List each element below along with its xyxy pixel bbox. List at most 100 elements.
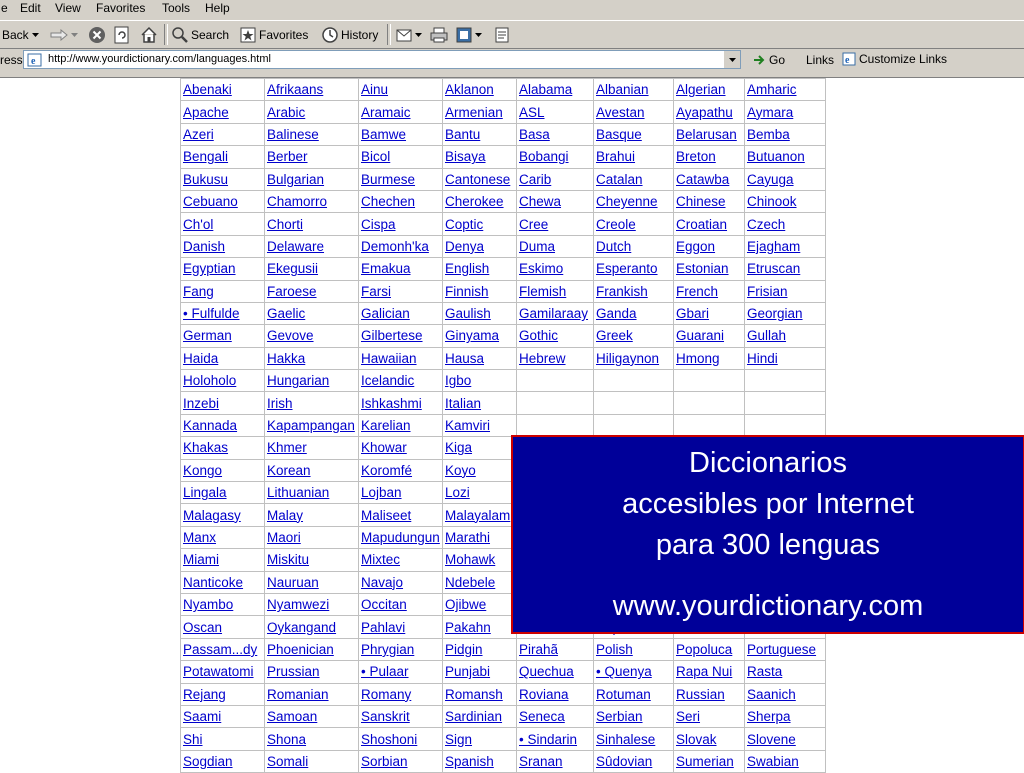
language-link[interactable]: Abenaki bbox=[183, 82, 232, 97]
language-link[interactable]: Mapudungun bbox=[361, 530, 440, 545]
language-link[interactable]: Demonh'ka bbox=[361, 239, 429, 254]
language-link[interactable]: Greek bbox=[596, 328, 633, 343]
language-link[interactable]: Sherpa bbox=[747, 709, 791, 724]
language-link[interactable]: Rasta bbox=[747, 664, 782, 679]
language-link[interactable]: Russian bbox=[676, 687, 725, 702]
language-link[interactable]: Sanskrit bbox=[361, 709, 410, 724]
menu-tools[interactable]: Tools bbox=[162, 1, 190, 15]
language-link[interactable]: Saami bbox=[183, 709, 221, 724]
language-link[interactable]: Phrygian bbox=[361, 642, 414, 657]
language-link[interactable]: English bbox=[445, 261, 489, 276]
home-button[interactable] bbox=[140, 25, 158, 44]
language-link[interactable]: Kamviri bbox=[445, 418, 490, 433]
language-link[interactable]: Ainu bbox=[361, 82, 388, 97]
language-link[interactable]: Khowar bbox=[361, 440, 407, 455]
menu-view[interactable]: View bbox=[55, 1, 81, 15]
language-link[interactable]: Holoholo bbox=[183, 373, 236, 388]
language-link[interactable]: Frankish bbox=[596, 284, 648, 299]
language-link[interactable]: Bantu bbox=[445, 127, 480, 142]
address-input[interactable]: e http://www.yourdictionary.com/language… bbox=[23, 50, 741, 69]
language-link[interactable]: Kannada bbox=[183, 418, 237, 433]
language-link[interactable]: Sardinian bbox=[445, 709, 502, 724]
language-link[interactable]: Frisian bbox=[747, 284, 788, 299]
language-link[interactable]: Butuanon bbox=[747, 149, 805, 164]
language-link[interactable]: Passam...dy bbox=[183, 642, 257, 657]
language-link[interactable]: Hmong bbox=[676, 351, 720, 366]
language-link[interactable]: Shi bbox=[183, 732, 203, 747]
language-link[interactable]: Malagasy bbox=[183, 508, 241, 523]
language-link[interactable]: Marathi bbox=[445, 530, 490, 545]
language-link[interactable]: Pakahn bbox=[445, 620, 491, 635]
language-link[interactable]: French bbox=[676, 284, 718, 299]
forward-button[interactable] bbox=[50, 25, 78, 44]
language-link[interactable]: Miskitu bbox=[267, 552, 309, 567]
language-link[interactable]: Shona bbox=[267, 732, 306, 747]
stop-button[interactable] bbox=[88, 25, 106, 44]
language-link[interactable]: Mohawk bbox=[445, 552, 495, 567]
language-link[interactable]: Algerian bbox=[676, 82, 726, 97]
language-link[interactable]: Slovak bbox=[676, 732, 717, 747]
language-link[interactable]: Ayapathu bbox=[676, 105, 733, 120]
language-link[interactable]: Aramaic bbox=[361, 105, 411, 120]
language-link[interactable]: Romansh bbox=[445, 687, 503, 702]
language-link[interactable]: Roviana bbox=[519, 687, 569, 702]
language-link[interactable]: Dutch bbox=[596, 239, 631, 254]
customize-links[interactable]: e Customize Links bbox=[842, 52, 947, 66]
links-label[interactable]: Links bbox=[806, 53, 834, 67]
language-link[interactable]: Delaware bbox=[267, 239, 324, 254]
language-link[interactable]: Potawatomi bbox=[183, 664, 254, 679]
language-link[interactable]: Cebuano bbox=[183, 194, 238, 209]
menu-file[interactable]: e bbox=[1, 1, 8, 15]
language-link[interactable]: Sumerian bbox=[676, 754, 734, 769]
language-link[interactable]: Cantonese bbox=[445, 172, 510, 187]
language-link[interactable]: Spanish bbox=[445, 754, 494, 769]
language-link[interactable]: Rejang bbox=[183, 687, 226, 702]
language-link[interactable]: Chinook bbox=[747, 194, 797, 209]
language-link[interactable]: Igbo bbox=[445, 373, 471, 388]
language-link[interactable]: Ganda bbox=[596, 306, 637, 321]
language-link[interactable]: Romanian bbox=[267, 687, 329, 702]
language-link[interactable]: Maori bbox=[267, 530, 301, 545]
language-link[interactable]: Kapampangan bbox=[267, 418, 355, 433]
language-link[interactable]: Manx bbox=[183, 530, 216, 545]
language-link[interactable]: Swabian bbox=[747, 754, 799, 769]
language-link[interactable]: Sorbian bbox=[361, 754, 408, 769]
language-link[interactable]: Sign bbox=[445, 732, 472, 747]
language-link[interactable]: Afrikaans bbox=[267, 82, 323, 97]
language-link[interactable]: Gilbertese bbox=[361, 328, 423, 343]
language-link[interactable]: Chewa bbox=[519, 194, 561, 209]
language-link[interactable]: Portuguese bbox=[747, 642, 816, 657]
language-link[interactable]: Lingala bbox=[183, 485, 227, 500]
language-link[interactable]: German bbox=[183, 328, 232, 343]
language-link[interactable]: Pirahã bbox=[519, 642, 558, 657]
language-link[interactable]: Bicol bbox=[361, 149, 390, 164]
history-button[interactable]: History bbox=[322, 25, 378, 44]
language-link[interactable]: Faroese bbox=[267, 284, 317, 299]
back-button[interactable]: Back bbox=[2, 25, 39, 44]
language-link[interactable]: Ndebele bbox=[445, 575, 495, 590]
language-link[interactable]: Croatian bbox=[676, 217, 727, 232]
language-link[interactable]: Bulgarian bbox=[267, 172, 324, 187]
language-link[interactable]: Bisaya bbox=[445, 149, 486, 164]
language-link[interactable]: Khmer bbox=[267, 440, 307, 455]
language-link[interactable]: Amharic bbox=[747, 82, 797, 97]
language-link[interactable]: Nyambo bbox=[183, 597, 233, 612]
language-link[interactable]: Kiga bbox=[445, 440, 472, 455]
language-link[interactable]: Creole bbox=[596, 217, 636, 232]
language-link[interactable]: Bemba bbox=[747, 127, 790, 142]
language-link[interactable]: Sogdian bbox=[183, 754, 233, 769]
language-link[interactable]: Balinese bbox=[267, 127, 319, 142]
language-link[interactable]: Seneca bbox=[519, 709, 565, 724]
language-link[interactable]: Sinhalese bbox=[596, 732, 655, 747]
language-link[interactable]: Cherokee bbox=[445, 194, 504, 209]
language-link[interactable]: Ekegusii bbox=[267, 261, 318, 276]
language-link[interactable]: • Sindarin bbox=[519, 732, 577, 747]
language-link[interactable]: Chinese bbox=[676, 194, 726, 209]
language-link[interactable]: Alabama bbox=[519, 82, 572, 97]
language-link[interactable]: Korean bbox=[267, 463, 311, 478]
language-link[interactable]: Samoan bbox=[267, 709, 317, 724]
language-link[interactable]: Inzebi bbox=[183, 396, 219, 411]
language-link[interactable]: Finnish bbox=[445, 284, 489, 299]
language-link[interactable]: Bengali bbox=[183, 149, 228, 164]
language-link[interactable]: Duma bbox=[519, 239, 555, 254]
